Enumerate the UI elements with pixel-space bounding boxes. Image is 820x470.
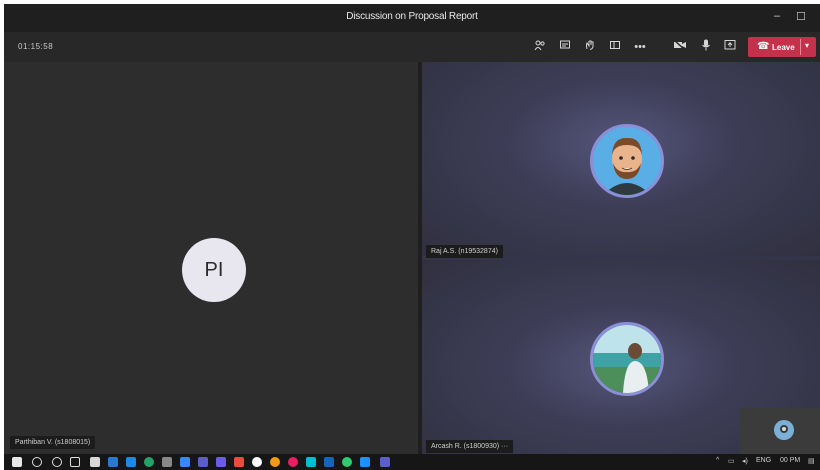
meeting-timer: 01:15:58 — [18, 42, 54, 51]
app-icon[interactable] — [360, 457, 370, 467]
participants-icon[interactable] — [532, 39, 548, 55]
meeting-toolbar: 01:15:58 ••• ☎ Leave ▾ — [4, 32, 820, 62]
app-icon[interactable] — [126, 457, 136, 467]
app-icon[interactable] — [324, 457, 334, 467]
chrome-icon[interactable] — [144, 457, 154, 467]
participant-name-tag: Raj A.S. (n19532874) — [426, 245, 503, 258]
cartoon-avatar — [590, 124, 664, 198]
app-icon[interactable] — [252, 457, 262, 467]
app-icon[interactable] — [234, 457, 244, 467]
participant-tile-top[interactable]: Raj A.S. (n19532874) — [422, 62, 820, 258]
app-icon[interactable] — [288, 457, 298, 467]
app-icon[interactable] — [216, 457, 226, 467]
chevron-down-icon[interactable]: ▾ — [805, 41, 809, 50]
volume-icon[interactable]: ◂) — [742, 457, 748, 465]
leave-divider — [800, 39, 801, 55]
app-icon[interactable] — [342, 457, 352, 467]
cortana-icon[interactable] — [52, 457, 62, 467]
self-avatar — [774, 420, 794, 440]
clock[interactable]: 00 PM — [780, 457, 800, 464]
tray-chevron-icon[interactable]: ^ — [716, 457, 719, 464]
settings-icon[interactable] — [162, 457, 172, 467]
window-title: Discussion on Proposal Report — [346, 11, 478, 22]
microphone-icon[interactable] — [698, 39, 714, 55]
mail-icon[interactable] — [108, 457, 118, 467]
leave-button[interactable]: ☎ Leave ▾ — [748, 37, 816, 57]
teams-meeting-window: Discussion on Proposal Report – ☐ 01:15:… — [4, 4, 820, 470]
start-icon[interactable] — [12, 457, 22, 467]
search-icon[interactable] — [32, 457, 42, 467]
self-video-preview[interactable] — [740, 408, 820, 454]
maximize-button[interactable]: ☐ — [796, 10, 806, 23]
initials-avatar: PI — [182, 238, 246, 302]
app-icon[interactable] — [306, 457, 316, 467]
language-indicator[interactable]: ENG — [756, 457, 771, 464]
teams-icon[interactable] — [198, 457, 208, 467]
firefox-icon[interactable] — [270, 457, 280, 467]
chat-icon[interactable] — [557, 39, 573, 55]
store-icon[interactable] — [90, 457, 100, 467]
camera-off-icon[interactable] — [672, 39, 688, 55]
share-screen-icon[interactable] — [722, 39, 738, 55]
task-view-icon[interactable] — [70, 457, 80, 467]
photo-avatar — [590, 322, 664, 396]
word-icon[interactable] — [180, 457, 190, 467]
participant-grid-right: Raj A.S. (n19532874) Arcash R. (s1800930… — [422, 62, 820, 454]
title-bar: Discussion on Proposal Report – ☐ — [4, 4, 820, 32]
windows-taskbar: ^ ▭ ◂) ENG 00 PM ▤ — [4, 454, 820, 470]
participant-tile-main[interactable]: PI Parthiban V. (s1808015) — [4, 62, 418, 454]
minimize-button[interactable]: – — [774, 10, 780, 22]
battery-icon[interactable]: ▭ — [728, 457, 735, 465]
raise-hand-icon[interactable] — [582, 39, 598, 55]
active-teams-icon[interactable] — [380, 457, 390, 467]
participant-name-tag: Parthiban V. (s1808015) — [10, 436, 96, 449]
breakout-rooms-icon[interactable] — [607, 39, 623, 55]
leave-label: Leave — [772, 43, 795, 52]
participant-name-tag: Arcash R. (s1800930) ··· — [426, 440, 514, 453]
phone-hangup-icon: ☎ — [757, 41, 770, 52]
more-options-icon[interactable]: ••• — [632, 39, 648, 55]
notifications-icon[interactable]: ▤ — [808, 457, 815, 465]
